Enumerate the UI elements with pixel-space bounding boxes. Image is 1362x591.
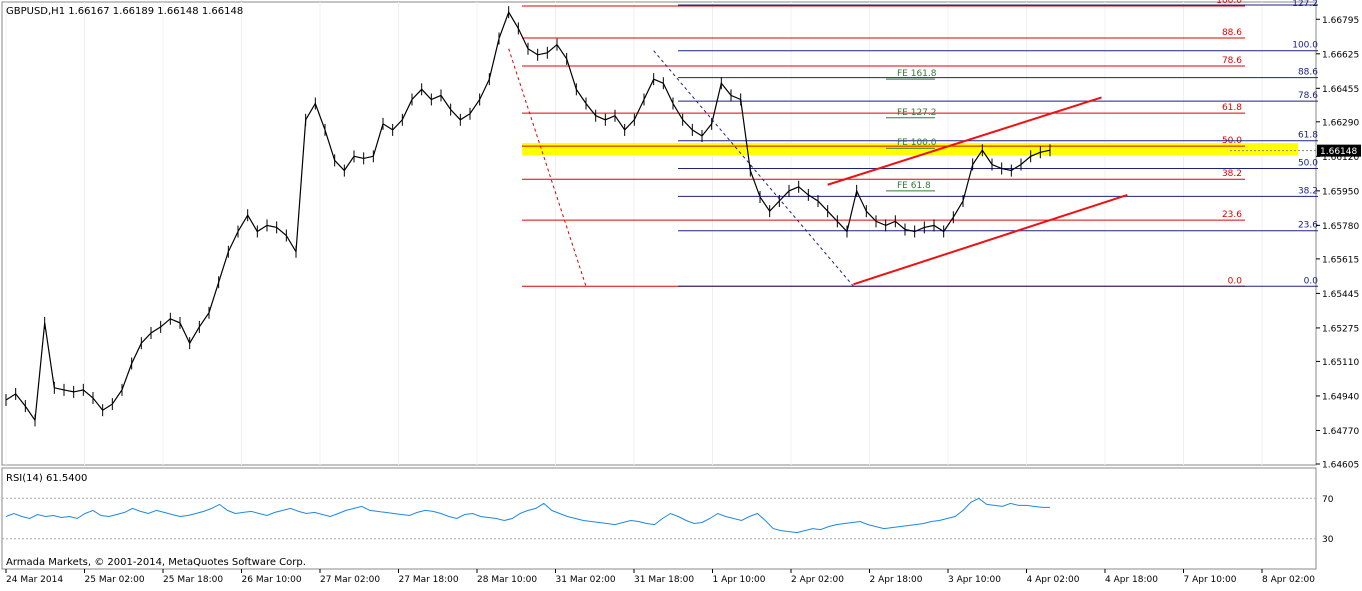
fib2-level-label: 61.8	[1298, 131, 1318, 141]
time-tick-label: 27 Mar 02:00	[320, 575, 380, 585]
fib2-level-label: 88.6	[1298, 68, 1318, 78]
price-tick-label: 1.64940	[1322, 392, 1359, 402]
price-tick-label: 1.66455	[1322, 85, 1359, 95]
time-tick-label: 24 Mar 2014	[6, 575, 63, 585]
current-price-label: 1.66148	[1320, 147, 1357, 157]
fib1-level-label: 38.2	[1222, 169, 1242, 179]
price-tick-label: 1.65615	[1322, 255, 1359, 265]
rsi-title: RSI(14) 61.5400	[6, 473, 87, 484]
price-tick-label: 1.66795	[1322, 16, 1359, 26]
time-tick-label: 31 Mar 02:00	[556, 575, 616, 585]
time-tick-label: 31 Mar 18:00	[634, 575, 694, 585]
chart-window: 100.0 88.6 78.6 61.8 50.0 38.2 23.6 0.0 100.0 88.…	[0, 0, 1362, 587]
fib1-level-label: 78.6	[1222, 56, 1242, 66]
fib2-level-label: 0.0	[1304, 276, 1319, 286]
fe-level-label: FE 161.8	[897, 69, 937, 79]
fe-level-label: FE 127.2	[897, 108, 937, 118]
fib2-level-label: 100.0	[1292, 41, 1318, 51]
price-tick-label: 1.65950	[1322, 187, 1359, 197]
time-tick-label: 27 Mar 18:00	[399, 575, 459, 585]
fib1-level-label: 88.6	[1222, 28, 1242, 38]
price-chart[interactable]: 100.088.678.661.850.038.223.60.0100.088.…	[0, 0, 1362, 587]
fib2-extension-label: 127.2	[1292, 0, 1318, 9]
price-tick-label: 1.66290	[1322, 118, 1359, 128]
rsi-tick-label: 70	[1322, 495, 1334, 505]
time-tick-label: 4 Apr 18:00	[1105, 575, 1158, 585]
fe-level-label: FE 61.8	[897, 181, 931, 191]
fib2-level-label: 78.6	[1298, 91, 1318, 101]
fe-level-label: FE 100.0	[897, 138, 937, 148]
fib2-level-label: 23.6	[1298, 221, 1318, 231]
main-panel-frame	[1, 1, 1317, 466]
time-tick-label: 25 Mar 02:00	[85, 575, 145, 585]
time-tick-label: 2 Apr 02:00	[791, 575, 844, 585]
fib1-level-label: 61.8	[1222, 103, 1242, 113]
price-tick-label: 1.65780	[1322, 222, 1359, 232]
time-tick-label: 2 Apr 18:00	[870, 575, 923, 585]
price-tick-label: 1.66625	[1322, 50, 1359, 60]
price-tick-label: 1.64770	[1322, 427, 1359, 437]
time-tick-label: 1 Apr 10:00	[713, 575, 766, 585]
fib1-level-label: 0.0	[1228, 276, 1243, 286]
time-tick-label: 4 Apr 02:00	[1027, 575, 1080, 585]
time-tick-label: 7 Apr 10:00	[1184, 575, 1237, 585]
time-tick-label: 25 Mar 18:00	[163, 575, 223, 585]
symbol-header: GBPUSD,H1 1.66167 1.66189 1.66148 1.6614…	[6, 6, 243, 17]
time-tick-label: 8 Apr 02:00	[1262, 575, 1315, 585]
time-tick-label: 26 Mar 10:00	[242, 575, 302, 585]
copyright-text: Armada Markets, © 2001-2014, MetaQuotes …	[6, 557, 306, 568]
fib2-level-label: 50.0	[1298, 159, 1318, 169]
price-tick-label: 1.64605	[1322, 460, 1359, 470]
rsi-tick-label: 30	[1322, 535, 1334, 545]
price-tick-label: 1.65110	[1322, 358, 1359, 368]
time-tick-label: 28 Mar 10:00	[477, 575, 537, 585]
price-tick-label: 1.65275	[1322, 324, 1359, 334]
time-tick-label: 3 Apr 10:00	[948, 575, 1001, 585]
fib2-level-label: 38.2	[1298, 186, 1318, 196]
price-tick-label: 1.65445	[1322, 290, 1359, 300]
rsi-panel-frame	[1, 467, 1317, 570]
fib1-level-label: 23.6	[1222, 210, 1242, 220]
